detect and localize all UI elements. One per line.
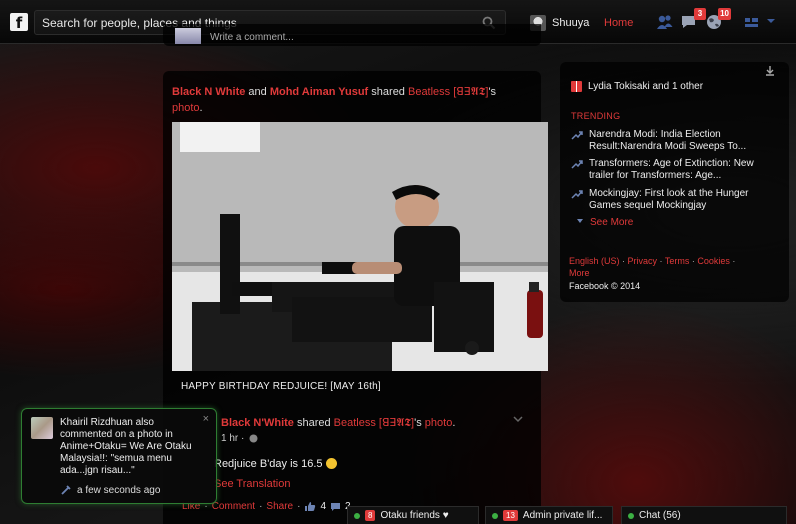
smiley-emoticon-icon bbox=[325, 458, 337, 469]
online-dot-icon bbox=[492, 512, 498, 519]
comment-input[interactable]: Write a comment... bbox=[210, 32, 294, 43]
privacy-link[interactable]: Privacy bbox=[628, 256, 658, 266]
comment-link[interactable]: Comment bbox=[212, 501, 255, 512]
unread-badge: 13 bbox=[503, 510, 518, 521]
shared-text: shared bbox=[293, 417, 334, 429]
chat-tab-label: Otaku friends ♥ bbox=[380, 510, 449, 521]
period-text: . bbox=[452, 417, 456, 429]
cookies-link[interactable]: Cookies bbox=[697, 256, 730, 266]
online-dot-icon bbox=[354, 512, 360, 519]
page-owner-link[interactable]: Beatless [ꓭꓱ𝕬𝕿] bbox=[408, 86, 488, 98]
conjunction-text: and bbox=[245, 86, 270, 98]
thumbs-up-icon[interactable] bbox=[304, 501, 316, 512]
photo-caption: HAPPY BIRTHDAY REDJUICE! [MAY 16th] bbox=[181, 381, 381, 392]
status-message: Redjuice B'day is 16.5 bbox=[214, 458, 323, 470]
right-sidebar: Lydia Tokisaki and 1 other TRENDING Nare… bbox=[560, 62, 789, 302]
news-feed-story: Black N White and Mohd Aiman Yusuf share… bbox=[163, 71, 548, 524]
chat-sidebar-tab[interactable]: Chat (56) bbox=[621, 506, 787, 524]
online-dot-icon bbox=[628, 512, 634, 519]
toast-text: Khairil Rizdhuan also commented on a pho… bbox=[60, 417, 192, 476]
share-link[interactable]: Share bbox=[266, 501, 293, 512]
separator: · bbox=[729, 256, 736, 266]
facebook-logo[interactable]: f bbox=[10, 13, 28, 32]
trending-text: Narendra Modi: India Election Result:Nar… bbox=[589, 129, 747, 152]
separator: · bbox=[297, 501, 301, 512]
footer-links: English (US) · Privacy · Terms · Cookies… bbox=[569, 255, 777, 279]
likes-count: 4 bbox=[320, 501, 326, 512]
trending-arrow-icon bbox=[571, 160, 583, 169]
story-header: Black N White and Mohd Aiman Yusuf share… bbox=[172, 84, 507, 116]
see-translation-link[interactable]: See Translation bbox=[214, 478, 290, 490]
separator: · bbox=[657, 256, 665, 266]
trending-item[interactable]: Narendra Modi: India Election Result:Nar… bbox=[571, 129, 776, 153]
username: Shuuya bbox=[552, 17, 590, 29]
birthday-text: Lydia Tokisaki and 1 other bbox=[588, 81, 704, 92]
terms-link[interactable]: Terms bbox=[665, 256, 690, 266]
share-meta: 1 hr · bbox=[221, 433, 258, 444]
chat-tab-otaku-friends[interactable]: 8 Otaku friends ♥ bbox=[347, 506, 479, 524]
unread-badge: 8 bbox=[365, 510, 376, 521]
trending-text: Transformers: Age of Extinction: New tra… bbox=[589, 158, 754, 181]
privacy-shortcuts-icon[interactable] bbox=[743, 14, 761, 30]
copyright: Facebook © 2014 bbox=[569, 281, 641, 291]
status-text: Redjuice B'day is 16.5 bbox=[214, 458, 337, 470]
page-owner-link[interactable]: Beatless [ꓭꓱ𝕬𝕿] bbox=[334, 417, 414, 429]
possessive-text: 's bbox=[414, 417, 425, 429]
notification-toast[interactable]: Khairil Rizdhuan also commented on a pho… bbox=[21, 408, 217, 504]
comment-icon bbox=[61, 485, 71, 495]
chevron-down-icon[interactable] bbox=[512, 414, 524, 424]
share-story-header: Black N'White shared Beatless [ꓭꓱ𝕬𝕿]'s p… bbox=[221, 416, 455, 430]
sharer-link[interactable]: Black N'White bbox=[221, 417, 294, 429]
period-text: . bbox=[199, 102, 203, 114]
trending-arrow-icon bbox=[571, 131, 583, 140]
trending-item[interactable]: Mockingjay: First look at the Hunger Gam… bbox=[571, 188, 776, 212]
trending-text: Mockingjay: First look at the Hunger Gam… bbox=[589, 188, 749, 211]
chat-tab-label: Chat (56) bbox=[639, 510, 681, 521]
comment-bubble-icon[interactable] bbox=[330, 502, 341, 512]
messages-icon[interactable]: 3 bbox=[680, 8, 706, 30]
timestamp[interactable]: 1 hr · bbox=[221, 433, 244, 444]
trending-heading: TRENDING bbox=[571, 111, 621, 121]
notifications-badge: 10 bbox=[718, 8, 731, 20]
previous-story-comment-box: Write a comment... bbox=[163, 24, 541, 46]
toast-time: a few seconds ago bbox=[77, 484, 161, 496]
trending-item[interactable]: Transformers: Age of Extinction: New tra… bbox=[571, 158, 776, 182]
separator: · bbox=[259, 501, 263, 512]
download-icon[interactable] bbox=[765, 66, 775, 76]
chat-tab-label: Admin private lif... bbox=[522, 510, 603, 521]
public-globe-icon bbox=[249, 434, 258, 443]
possessive-text: 's bbox=[488, 86, 497, 98]
separator: · bbox=[619, 256, 628, 266]
toast-timestamp: a few seconds ago bbox=[60, 484, 160, 496]
close-icon[interactable]: × bbox=[203, 413, 209, 425]
language-link[interactable]: English (US) bbox=[569, 256, 620, 266]
chat-tab-admin-private[interactable]: 13 Admin private lif... bbox=[485, 506, 613, 524]
birthday-reminder[interactable]: Lydia Tokisaki and 1 other bbox=[571, 81, 703, 92]
shared-text: shared bbox=[368, 86, 408, 98]
see-more-label: See More bbox=[590, 217, 634, 228]
photo-link[interactable]: photo bbox=[425, 417, 453, 429]
more-link[interactable]: More bbox=[569, 268, 590, 278]
notifications-globe-icon[interactable]: 10 bbox=[705, 8, 731, 30]
avatar bbox=[31, 417, 53, 439]
photo-link[interactable]: photo bbox=[172, 102, 200, 114]
avatar bbox=[175, 28, 201, 44]
actor-link-2[interactable]: Mohd Aiman Yusuf bbox=[270, 86, 368, 98]
friend-requests-icon[interactable] bbox=[656, 14, 674, 30]
account-chevron-down-icon[interactable] bbox=[765, 16, 777, 32]
trending-arrow-icon bbox=[571, 190, 583, 199]
chevron-down-icon bbox=[577, 219, 583, 223]
gift-icon bbox=[571, 81, 582, 92]
home-link[interactable]: Home bbox=[604, 17, 633, 29]
actor-link-1[interactable]: Black N White bbox=[172, 86, 245, 98]
shared-photo[interactable] bbox=[172, 122, 548, 371]
see-more-link[interactable]: See More bbox=[576, 217, 633, 228]
